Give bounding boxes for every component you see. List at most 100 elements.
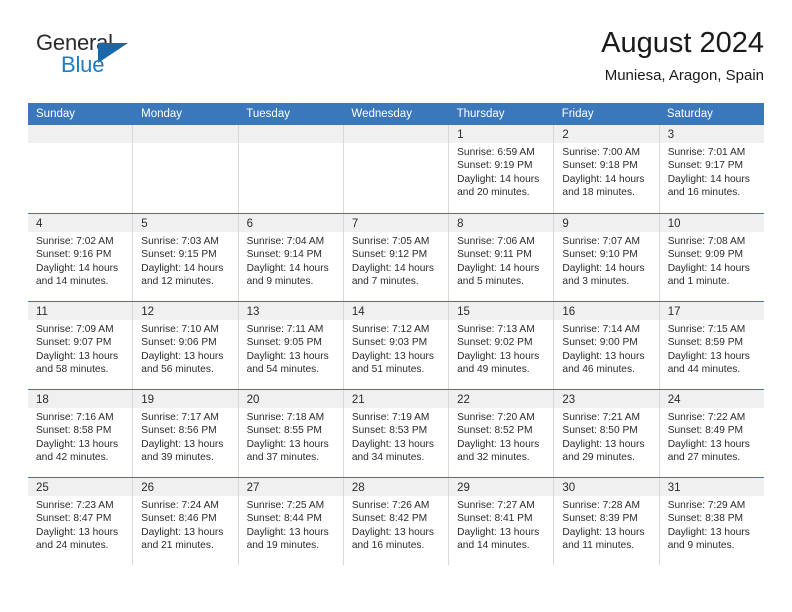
day-info: Sunrise: 7:02 AM Sunset: 9:16 PM Daylight:…: [28, 232, 132, 289]
daylight-text: Daylight: 14 hours and 5 minutes.: [457, 262, 540, 288]
weekday-header-thursday: Thursday: [456, 108, 505, 120]
sunset-text: Sunset: 8:41 PM: [457, 513, 533, 525]
day-info: Sunrise: 7:12 AM Sunset: 9:03 PM Daylight:…: [344, 320, 448, 377]
page-subtitle: Muniesa, Aragon, Spain: [604, 67, 764, 84]
day-cell[interactable]: 16 Sunrise: 7:14 AM Sunset: 9:00 PM Dayligh…: [553, 302, 659, 389]
day-cell[interactable]: 27 Sunrise: 7:25 AM Sunset: 8:44 PM Dayligh…: [237, 478, 343, 565]
day-cell[interactable]: 1 Sunrise: 6:59 AM Sunset: 9:19 PM Daylight…: [448, 125, 554, 213]
general-blue-logo[interactable]: General Blue: [28, 30, 228, 90]
sunset-text: Sunset: 8:44 PM: [246, 513, 322, 525]
day-number: 17: [667, 306, 681, 318]
calendar-week-row: 1 Sunrise: 6:59 AM Sunset: 9:19 PM Daylight…: [28, 125, 764, 213]
day-number-band: 23: [554, 390, 659, 408]
weekday-header-sunday: Sunday: [36, 108, 76, 120]
calendar-week-row: 18 Sunrise: 7:16 AM Sunset: 8:58 PM Dayligh…: [28, 389, 764, 477]
day-cell[interactable]: 26 Sunrise: 7:24 AM Sunset: 8:46 PM Dayligh…: [132, 478, 238, 565]
day-cell[interactable]: 2 Sunrise: 7:00 AM Sunset: 9:18 PM Daylight…: [553, 125, 659, 213]
day-cell[interactable]: 21 Sunrise: 7:19 AM Sunset: 8:53 PM Dayligh…: [342, 390, 449, 477]
day-cell[interactable]: 5 Sunrise: 7:03 AM Sunset: 9:15 PM Daylight…: [132, 214, 238, 301]
sunrise-text: Sunrise: 7:08 AM: [667, 236, 746, 247]
day-cell[interactable]: 6 Sunrise: 7:04 AM Sunset: 9:14 PM Daylight…: [237, 214, 343, 301]
day-number: 2: [562, 129, 569, 141]
day-cell[interactable]: 9 Sunrise: 7:07 AM Sunset: 9:10 PM Daylight…: [553, 214, 659, 301]
day-cell[interactable]: 31 Sunrise: 7:29 AM Sunset: 8:38 PM Dayligh…: [658, 478, 764, 565]
day-cell[interactable]: 13 Sunrise: 7:11 AM Sunset: 9:05 PM Dayligh…: [237, 302, 343, 389]
day-info: Sunrise: 7:05 AM Sunset: 9:12 PM Daylight:…: [344, 232, 448, 289]
sunset-text: Sunset: 8:47 PM: [36, 513, 112, 525]
sunset-text: Sunset: 8:46 PM: [141, 513, 217, 525]
calendar-weeks: 1 Sunrise: 6:59 AM Sunset: 9:19 PM Daylight…: [28, 125, 764, 565]
day-cell[interactable]: 25 Sunrise: 7:23 AM Sunset: 8:47 PM Dayligh…: [28, 478, 133, 565]
day-cell[interactable]: 15 Sunrise: 7:13 AM Sunset: 9:02 PM Dayligh…: [448, 302, 554, 389]
day-cell[interactable]: 20 Sunrise: 7:18 AM Sunset: 8:55 PM Dayligh…: [237, 390, 343, 477]
day-cell[interactable]: 30 Sunrise: 7:28 AM Sunset: 8:39 PM Dayligh…: [553, 478, 659, 565]
day-cell[interactable]: 8 Sunrise: 7:06 AM Sunset: 9:11 PM Daylight…: [448, 214, 554, 301]
daylight-text: Daylight: 13 hours and 32 minutes.: [457, 438, 540, 464]
calendar-grid: Sunday Monday Tuesday Wednesday Thursday Frid…: [28, 103, 764, 565]
day-cell[interactable]: 29 Sunrise: 7:27 AM Sunset: 8:41 PM Dayligh…: [448, 478, 554, 565]
page-header: General Blue August 2024 Muniesa, Aragon…: [28, 26, 764, 98]
weekday-header-wednesday: Wednesday: [351, 108, 412, 120]
daylight-text: Daylight: 14 hours and 18 minutes.: [562, 173, 645, 199]
day-number-band: 6: [238, 214, 343, 232]
sunset-text: Sunset: 8:38 PM: [667, 513, 744, 525]
day-number: 19: [141, 394, 155, 406]
day-number-band: 21: [343, 390, 449, 408]
day-number-band: 28: [343, 478, 449, 496]
day-number-band: 1: [449, 125, 554, 143]
sunrise-text: Sunrise: 6:59 AM: [457, 147, 535, 158]
sunset-text: Sunset: 8:42 PM: [351, 513, 428, 525]
day-cell[interactable]: 19 Sunrise: 7:17 AM Sunset: 8:56 PM Dayligh…: [132, 390, 238, 477]
day-number-band: 14: [343, 302, 449, 320]
daylight-text: Daylight: 13 hours and 42 minutes.: [36, 438, 119, 464]
day-info: Sunrise: 7:27 AM Sunset: 8:41 PM Daylight:…: [449, 496, 553, 553]
sunrise-text: Sunrise: 7:27 AM: [457, 500, 535, 511]
daylight-text: Daylight: 13 hours and 46 minutes.: [562, 350, 645, 376]
day-number-band: 10: [659, 214, 764, 232]
sunset-text: Sunset: 9:02 PM: [457, 337, 533, 349]
sunrise-text: Sunrise: 7:04 AM: [246, 236, 325, 247]
day-number: 25: [36, 482, 49, 494]
sunrise-text: Sunrise: 7:02 AM: [36, 236, 114, 247]
day-cell[interactable]: 18 Sunrise: 7:16 AM Sunset: 8:58 PM Dayligh…: [28, 390, 133, 477]
sunset-text: Sunset: 9:15 PM: [141, 249, 217, 261]
day-info: Sunrise: 7:20 AM Sunset: 8:52 PM Daylight:…: [449, 408, 553, 465]
day-cell[interactable]: 28 Sunrise: 7:26 AM Sunset: 8:42 PM Dayligh…: [342, 478, 449, 565]
sunset-text: Sunset: 9:11 PM: [457, 249, 532, 261]
day-cell[interactable]: 10 Sunrise: 7:08 AM Sunset: 9:09 PM Dayligh…: [658, 214, 764, 301]
day-cell[interactable]: 24 Sunrise: 7:22 AM Sunset: 8:49 PM Dayligh…: [658, 390, 764, 477]
sunrise-text: Sunrise: 7:17 AM: [141, 412, 219, 423]
sunset-text: Sunset: 9:05 PM: [246, 337, 322, 349]
day-cell[interactable]: 11 Sunrise: 7:09 AM Sunset: 9:07 PM Dayligh…: [28, 302, 133, 389]
daylight-text: Daylight: 13 hours and 9 minutes.: [667, 526, 750, 552]
sunset-text: Sunset: 9:07 PM: [36, 337, 112, 349]
sunrise-text: Sunrise: 7:09 AM: [36, 324, 114, 335]
sunrise-text: Sunrise: 7:07 AM: [562, 236, 640, 247]
day-number: 6: [246, 218, 253, 230]
day-number: 22: [457, 394, 470, 406]
day-cell[interactable]: 22 Sunrise: 7:20 AM Sunset: 8:52 PM Dayligh…: [448, 390, 554, 477]
day-cell[interactable]: 3 Sunrise: 7:01 AM Sunset: 9:17 PM Daylight…: [658, 125, 764, 213]
calendar-week-row: 25 Sunrise: 7:23 AM Sunset: 8:47 PM Dayligh…: [28, 477, 764, 565]
day-number: 27: [246, 482, 260, 494]
day-number-band: 4: [28, 214, 133, 232]
day-number: 7: [351, 218, 359, 230]
daylight-text: Daylight: 13 hours and 39 minutes.: [141, 438, 224, 464]
day-info: Sunrise: 7:08 AM Sunset: 9:09 PM Daylight:…: [660, 232, 764, 289]
day-number-band: 18: [28, 390, 133, 408]
day-cell[interactable]: 14 Sunrise: 7:12 AM Sunset: 9:03 PM Dayligh…: [342, 302, 449, 389]
day-cell[interactable]: 17 Sunrise: 7:15 AM Sunset: 8:59 PM Dayligh…: [658, 302, 764, 389]
day-info: Sunrise: 6:59 AM Sunset: 9:19 PM Daylight:…: [449, 143, 553, 200]
weekday-header-saturday: Saturday: [666, 108, 713, 120]
day-number-band: 26: [133, 478, 238, 496]
day-cell[interactable]: 7 Sunrise: 7:05 AM Sunset: 9:12 PM Daylight…: [342, 214, 449, 301]
day-info: Sunrise: 7:09 AM Sunset: 9:07 PM Daylight:…: [28, 320, 132, 377]
daylight-text: Daylight: 13 hours and 16 minutes.: [351, 526, 434, 552]
day-number: 24: [667, 394, 681, 406]
day-number-band: 30: [554, 478, 659, 496]
sunrise-text: Sunrise: 7:01 AM: [667, 147, 746, 158]
day-cell[interactable]: 12 Sunrise: 7:10 AM Sunset: 9:06 PM Dayligh…: [132, 302, 238, 389]
day-cell[interactable]: 4 Sunrise: 7:02 AM Sunset: 9:16 PM Daylight…: [28, 214, 133, 301]
day-cell[interactable]: 23 Sunrise: 7:21 AM Sunset: 8:50 PM Dayligh…: [553, 390, 659, 477]
sunrise-text: Sunrise: 7:11 AM: [246, 324, 324, 335]
